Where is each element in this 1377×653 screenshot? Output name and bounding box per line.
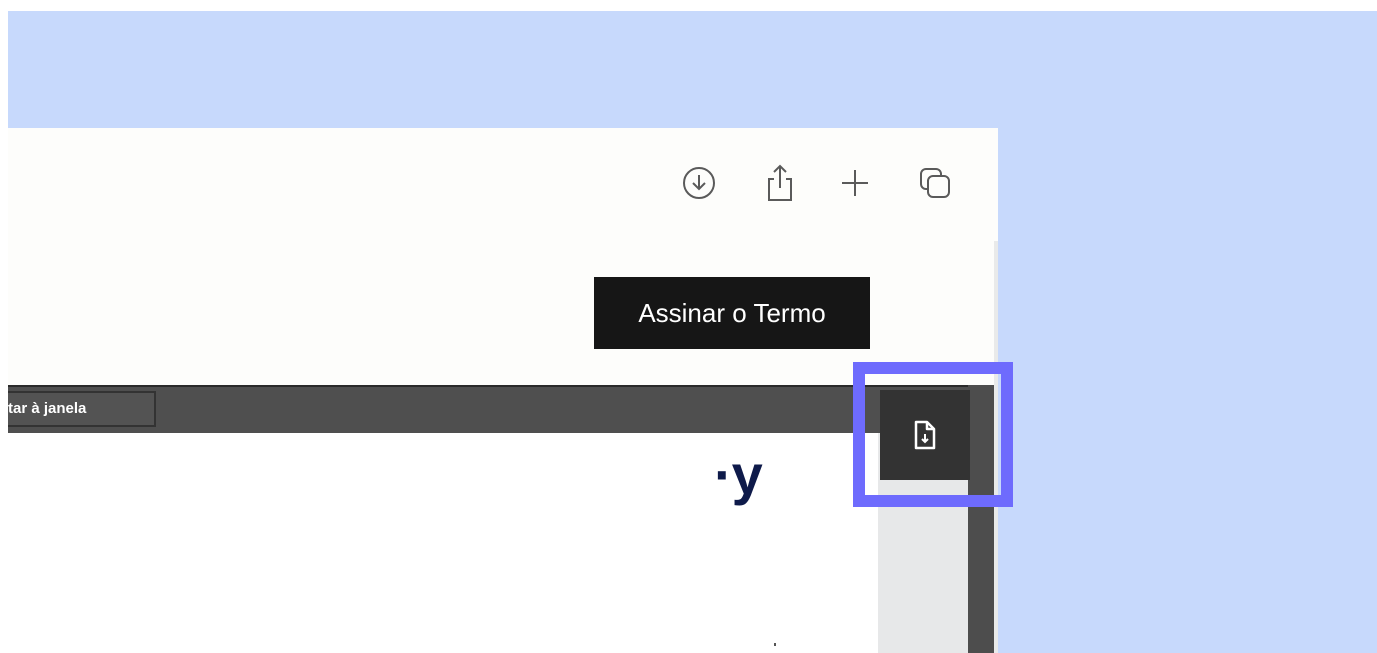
- share-icon[interactable]: [760, 160, 800, 206]
- pdf-page: ·y: [8, 433, 878, 653]
- file-download-icon: [914, 420, 936, 450]
- page-mark: [774, 643, 776, 646]
- pdf-viewer-toolbar: tar à janela: [8, 385, 994, 433]
- fit-to-window-button[interactable]: tar à janela: [8, 391, 156, 427]
- download-document-button[interactable]: [880, 390, 970, 480]
- window-scroll-edge: [994, 241, 998, 653]
- plus-icon[interactable]: [835, 160, 875, 206]
- tooltip: Assinar o Termo: [594, 277, 870, 349]
- tabs-icon[interactable]: [915, 160, 955, 206]
- viewer-scrollbar[interactable]: [968, 385, 994, 653]
- download-circle-icon[interactable]: [679, 160, 719, 206]
- browser-window: Assinar o Termo tar à janela ·y: [8, 128, 998, 653]
- document-logo: ·y: [714, 443, 763, 506]
